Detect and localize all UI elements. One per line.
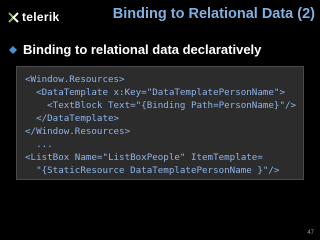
logo-text: telerik [22,10,60,24]
page-number: 47 [307,230,314,236]
telerik-mark-icon [8,11,19,23]
code-line: </DataTemplate> [25,113,120,124]
bullet-text: Binding to relational data declaratively [23,42,262,57]
code-line: "{StaticResource DataTemplatePersonName … [25,165,280,176]
diamond-bullet-icon [9,45,17,54]
code-line: <ListBox Name="ListBoxPeople" ItemTempla… [25,152,263,163]
code-line: <Window.Resources> [25,74,125,85]
telerik-logo: telerik [8,10,59,24]
code-line: </Window.Resources> [25,126,131,137]
slide-title: Binding to Relational Data (2) [112,6,315,22]
code-block: <Window.Resources> <DataTemplate x:Key="… [16,66,304,180]
code-line: ... [25,139,53,150]
code-line: <DataTemplate x:Key="DataTemplatePersonN… [25,87,285,98]
bullet-item: Binding to relational data declaratively [9,42,261,57]
code-line: <TextBlock Text="{Binding Path=PersonNam… [25,100,297,111]
